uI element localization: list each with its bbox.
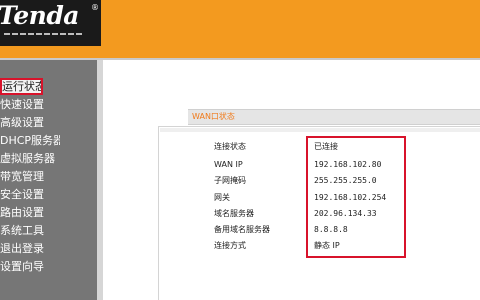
sidebar-item-logout[interactable]: 退出登录 [0, 240, 60, 257]
sidebar-item-run-status[interactable]: 运行状态 [0, 78, 43, 95]
panel-title: WAN口状态 [188, 109, 480, 125]
label-backup-dns: 备用域名服务器 [214, 225, 270, 234]
sidebar-item-dhcp[interactable]: DHCP服务器 [0, 132, 60, 149]
sidebar-item-security[interactable]: 安全设置 [0, 186, 60, 203]
sidebar-item-virtual-server[interactable]: 虚拟服务器 [0, 150, 60, 167]
sidebar-item-quick-setup[interactable]: 快速设置 [0, 96, 60, 113]
panel-inner-band [160, 128, 480, 132]
sidebar-item-setup-wizard[interactable]: 设置向导 [0, 258, 60, 275]
sidebar-item-advanced[interactable]: 高级设置 [0, 114, 60, 131]
logo-tagline-decoration [4, 33, 84, 36]
highlight-values-box [306, 136, 406, 258]
sidebar-item-bandwidth[interactable]: 带宽管理 [0, 168, 60, 185]
logo-text: Tenda [0, 1, 80, 30]
label-connection-type: 连接方式 [214, 241, 246, 250]
label-subnet-mask: 子网掩码 [214, 176, 246, 185]
sidebar-item-system-tools[interactable]: 系统工具 [0, 222, 60, 239]
label-connection-status: 连接状态 [214, 142, 246, 151]
label-dns: 域名服务器 [214, 209, 254, 218]
sidebar-item-routing[interactable]: 路由设置 [0, 204, 60, 221]
label-wan-ip: WAN IP [214, 160, 243, 169]
label-gateway: 网关 [214, 193, 230, 202]
brand-logo: Tenda ® [0, 0, 101, 46]
registered-mark: ® [91, 3, 99, 12]
